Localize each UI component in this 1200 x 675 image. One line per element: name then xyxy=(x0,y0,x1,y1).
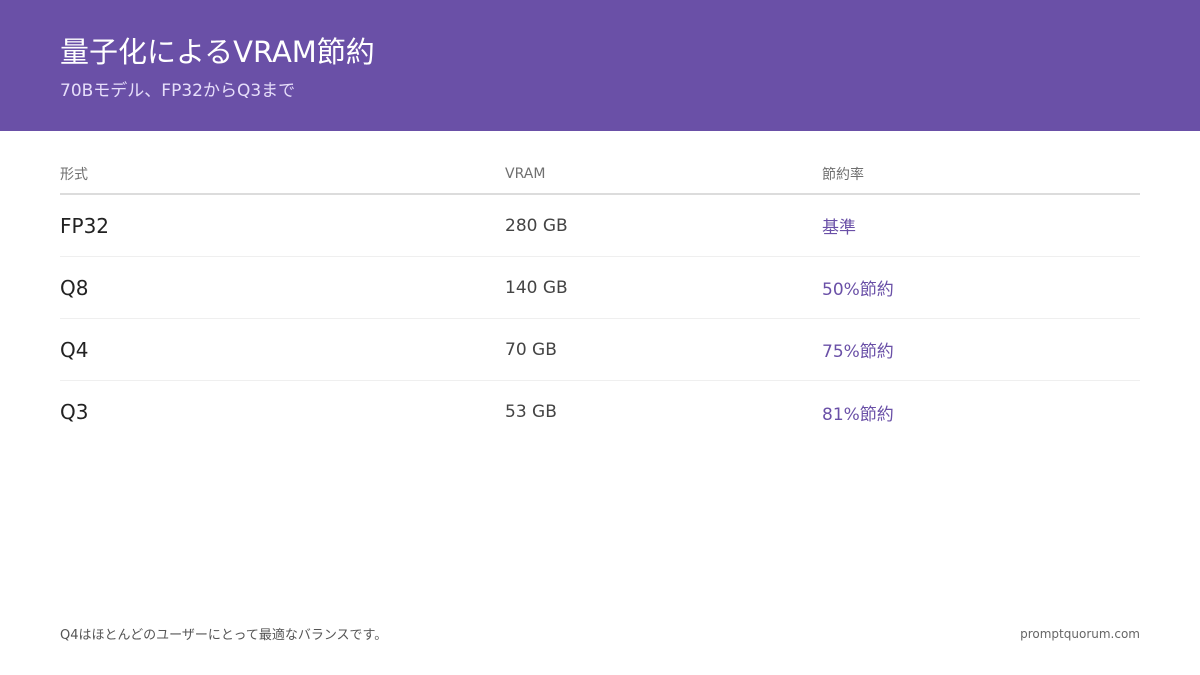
column-header-format: 形式 xyxy=(60,167,88,183)
savings-cell: 75%節約 xyxy=(822,342,894,362)
table-header-row: 形式 VRAM 節約率 xyxy=(60,155,1140,195)
vram-cell: 53 GB xyxy=(505,402,557,422)
site-credit: promptquorum.com xyxy=(1020,626,1140,641)
quantization-table: 形式 VRAM 節約率 FP32 280 GB 基準 Q8 140 GB 50%… xyxy=(60,155,1140,443)
vram-cell: 280 GB xyxy=(505,215,568,236)
format-cell: Q4 xyxy=(60,337,89,362)
table-row: FP32 280 GB 基準 xyxy=(60,195,1140,257)
footnote: Q4はほとんどのユーザーにとって最適なバランスです。 xyxy=(60,628,388,643)
savings-cell: 基準 xyxy=(822,218,856,238)
table-row: Q4 70 GB 75%節約 xyxy=(60,319,1140,381)
table-row: Q8 140 GB 50%節約 xyxy=(60,257,1140,319)
savings-cell: 81%節約 xyxy=(822,404,894,425)
column-header-vram: VRAM xyxy=(505,166,546,182)
header-banner: 量子化によるVRAM節約 70Bモデル、FP32からQ3まで xyxy=(0,0,1200,131)
footer: Q4はほとんどのユーザーにとって最適なバランスです。 promptquorum.… xyxy=(60,624,1140,644)
column-header-savings: 節約率 xyxy=(822,167,864,183)
savings-cell: 50%節約 xyxy=(822,280,894,300)
table-row: Q3 53 GB 81%節約 xyxy=(60,381,1140,443)
format-cell: FP32 xyxy=(60,213,110,238)
vram-cell: 70 GB xyxy=(505,339,557,360)
format-cell: Q3 xyxy=(60,400,89,424)
vram-cell: 140 GB xyxy=(505,277,568,298)
format-cell: Q8 xyxy=(60,275,89,300)
page-title: 量子化によるVRAM節約 xyxy=(60,35,375,69)
page-subtitle: 70Bモデル、FP32からQ3まで xyxy=(60,81,296,101)
